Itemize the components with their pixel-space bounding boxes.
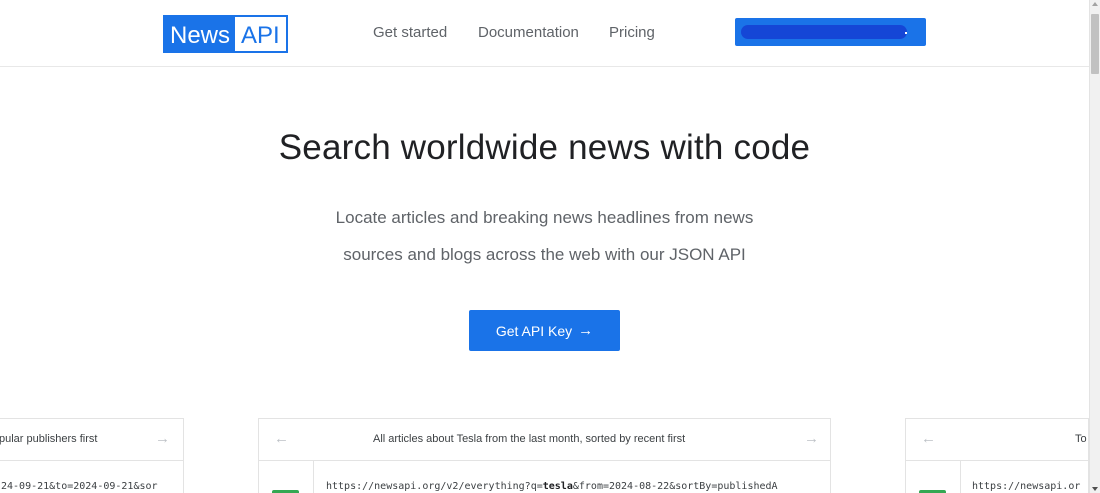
- scroll-down-icon[interactable]: [1092, 487, 1098, 491]
- card-caption: pular publishers first: [0, 433, 98, 445]
- scrollbar-thumb[interactable]: [1091, 14, 1099, 74]
- arrow-left-icon[interactable]: ←: [274, 430, 289, 447]
- arrow-right-icon: →: [578, 322, 594, 339]
- card-divider: [960, 461, 961, 493]
- hero-subtitle-line2: sources and blogs across the web with ou…: [343, 245, 746, 264]
- arrow-right-icon[interactable]: →: [155, 430, 170, 447]
- card-caption: To: [1075, 433, 1087, 445]
- page-scrollbar[interactable]: [1089, 0, 1100, 493]
- card-caption: All articles about Tesla from the last m…: [373, 433, 686, 445]
- nav-documentation[interactable]: Documentation: [478, 24, 579, 41]
- arrow-right-icon[interactable]: →: [804, 430, 819, 447]
- card-header: ← To: [906, 419, 1088, 461]
- newsapi-logo[interactable]: News API: [163, 15, 288, 53]
- example-card-next[interactable]: ← To https://newsapi.or: [905, 418, 1089, 493]
- url-prefix: https://newsapi.org/v2/everything?q=: [326, 481, 543, 492]
- account-button-redacted[interactable]: [735, 18, 926, 46]
- top-navbar: News API Get started Documentation Prici…: [0, 0, 1089, 67]
- redaction-scribble: [741, 25, 907, 39]
- nav-get-started[interactable]: Get started: [373, 24, 447, 41]
- scroll-up-icon[interactable]: [1092, 2, 1098, 6]
- hero-title: Search worldwide news with code: [278, 128, 811, 167]
- card-divider: [313, 461, 314, 493]
- nav-pricing[interactable]: Pricing: [609, 24, 655, 41]
- request-url: https://newsapi.or: [972, 481, 1081, 492]
- url-query-term: tesla: [542, 481, 573, 492]
- card-header: ← All articles about Tesla from the last…: [259, 419, 830, 461]
- logo-api-text: API: [241, 22, 280, 49]
- example-card-prev[interactable]: pular publishers first → 24-09-21&to=202…: [0, 418, 184, 493]
- hero-subtitle-line1: Locate articles and breaking news headli…: [335, 208, 754, 227]
- logo-news-text: News: [165, 17, 236, 51]
- card-header: pular publishers first →: [0, 419, 183, 461]
- request-url: 24-09-21&to=2024-09-21&sor: [1, 481, 158, 492]
- account-dot: [905, 32, 907, 34]
- get-api-key-label: Get API Key: [495, 322, 573, 339]
- example-card-active[interactable]: ← All articles about Tesla from the last…: [258, 418, 831, 493]
- request-url: https://newsapi.org/v2/everything?q=tesl…: [326, 481, 778, 492]
- url-suffix: &from=2024-08-22&sortBy=publishedA: [572, 481, 778, 492]
- get-api-key-button[interactable]: Get API Key →: [469, 310, 620, 351]
- arrow-left-icon[interactable]: ←: [921, 430, 936, 447]
